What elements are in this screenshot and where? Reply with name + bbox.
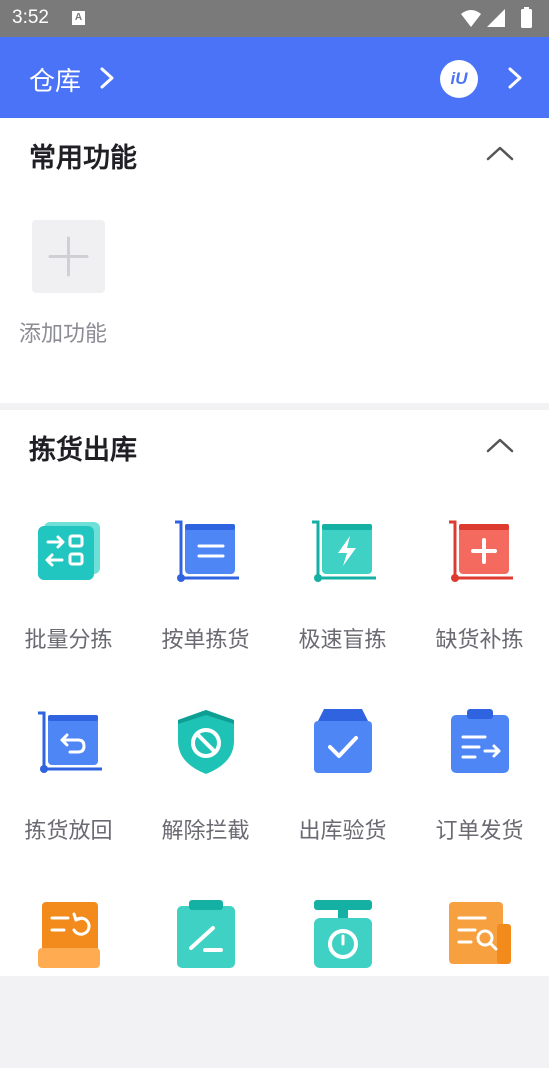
item-label: 解除拦截: [161, 819, 250, 844]
release-intercept-icon: [178, 710, 234, 774]
item-label: 拣货放回: [24, 819, 113, 844]
app-logo-icon[interactable]: iU: [440, 60, 478, 98]
fast-blind-pick-item[interactable]: 极速盲拣: [274, 516, 411, 686]
item-label: 批量分拣: [24, 628, 113, 653]
item-label: 极速盲拣: [298, 628, 387, 653]
chevron-right-icon[interactable]: [99, 67, 115, 89]
release-intercept-item[interactable]: 解除拦截: [137, 707, 274, 877]
picking-outbound-section: 拣货出库 批量分拣 按单拣货 极速盲拣 缺货补拣 拣货放回 解除拦截 出库验货 …: [0, 410, 549, 976]
plus-icon: [48, 236, 89, 277]
clipboard-sign-icon: [177, 900, 235, 968]
signal-icon: [487, 9, 505, 27]
wifi-icon: [461, 10, 481, 27]
chevron-up-icon[interactable]: [486, 145, 514, 161]
order-pick-icon: [175, 520, 239, 582]
chevron-right-icon[interactable]: [507, 67, 523, 89]
battery-icon: [521, 9, 532, 28]
outbound-inspect-icon: [314, 709, 372, 773]
common-functions-section: 常用功能 添加功能: [0, 118, 549, 403]
item-label: 按单拣货: [161, 628, 250, 653]
warehouse-title[interactable]: 仓库: [29, 61, 81, 98]
return-list-icon: [38, 902, 100, 968]
add-function-button[interactable]: [32, 220, 105, 293]
pick-return-item[interactable]: 拣货放回: [0, 707, 137, 877]
top-navbar: 仓库 iU: [0, 37, 549, 118]
chevron-up-icon[interactable]: [486, 437, 514, 453]
item-label: 出库验货: [298, 819, 387, 844]
scale-item[interactable]: [274, 898, 411, 1068]
outbound-inspect-item[interactable]: 出库验货: [274, 707, 411, 877]
scale-icon: [314, 900, 372, 968]
item-label: 缺货补拣: [435, 628, 524, 653]
notification-icon: A: [72, 11, 85, 25]
fast-blind-pick-icon: [312, 520, 376, 582]
item-label: 订单发货: [435, 819, 524, 844]
batch-sort-icon: [38, 522, 100, 580]
order-ship-icon: [451, 709, 509, 773]
status-bar: 3:52 A: [0, 0, 549, 37]
restock-pick-item[interactable]: 缺货补拣: [411, 516, 548, 686]
section-title: 拣货出库: [29, 435, 137, 466]
status-time: 3:52: [12, 7, 49, 28]
order-ship-item[interactable]: 订单发货: [411, 707, 548, 877]
system-icons: [461, 7, 532, 28]
clipboard-sign-item[interactable]: [137, 898, 274, 1068]
return-list-item[interactable]: [0, 898, 137, 1068]
add-function-label: 添加功能: [19, 322, 108, 347]
pick-return-icon: [38, 711, 102, 773]
batch-sort-item[interactable]: 批量分拣: [0, 516, 137, 686]
search-list-icon: [449, 902, 511, 964]
order-pick-item[interactable]: 按单拣货: [137, 516, 274, 686]
search-list-item[interactable]: [411, 898, 548, 1068]
restock-pick-icon: [449, 520, 513, 582]
section-title: 常用功能: [29, 143, 137, 174]
